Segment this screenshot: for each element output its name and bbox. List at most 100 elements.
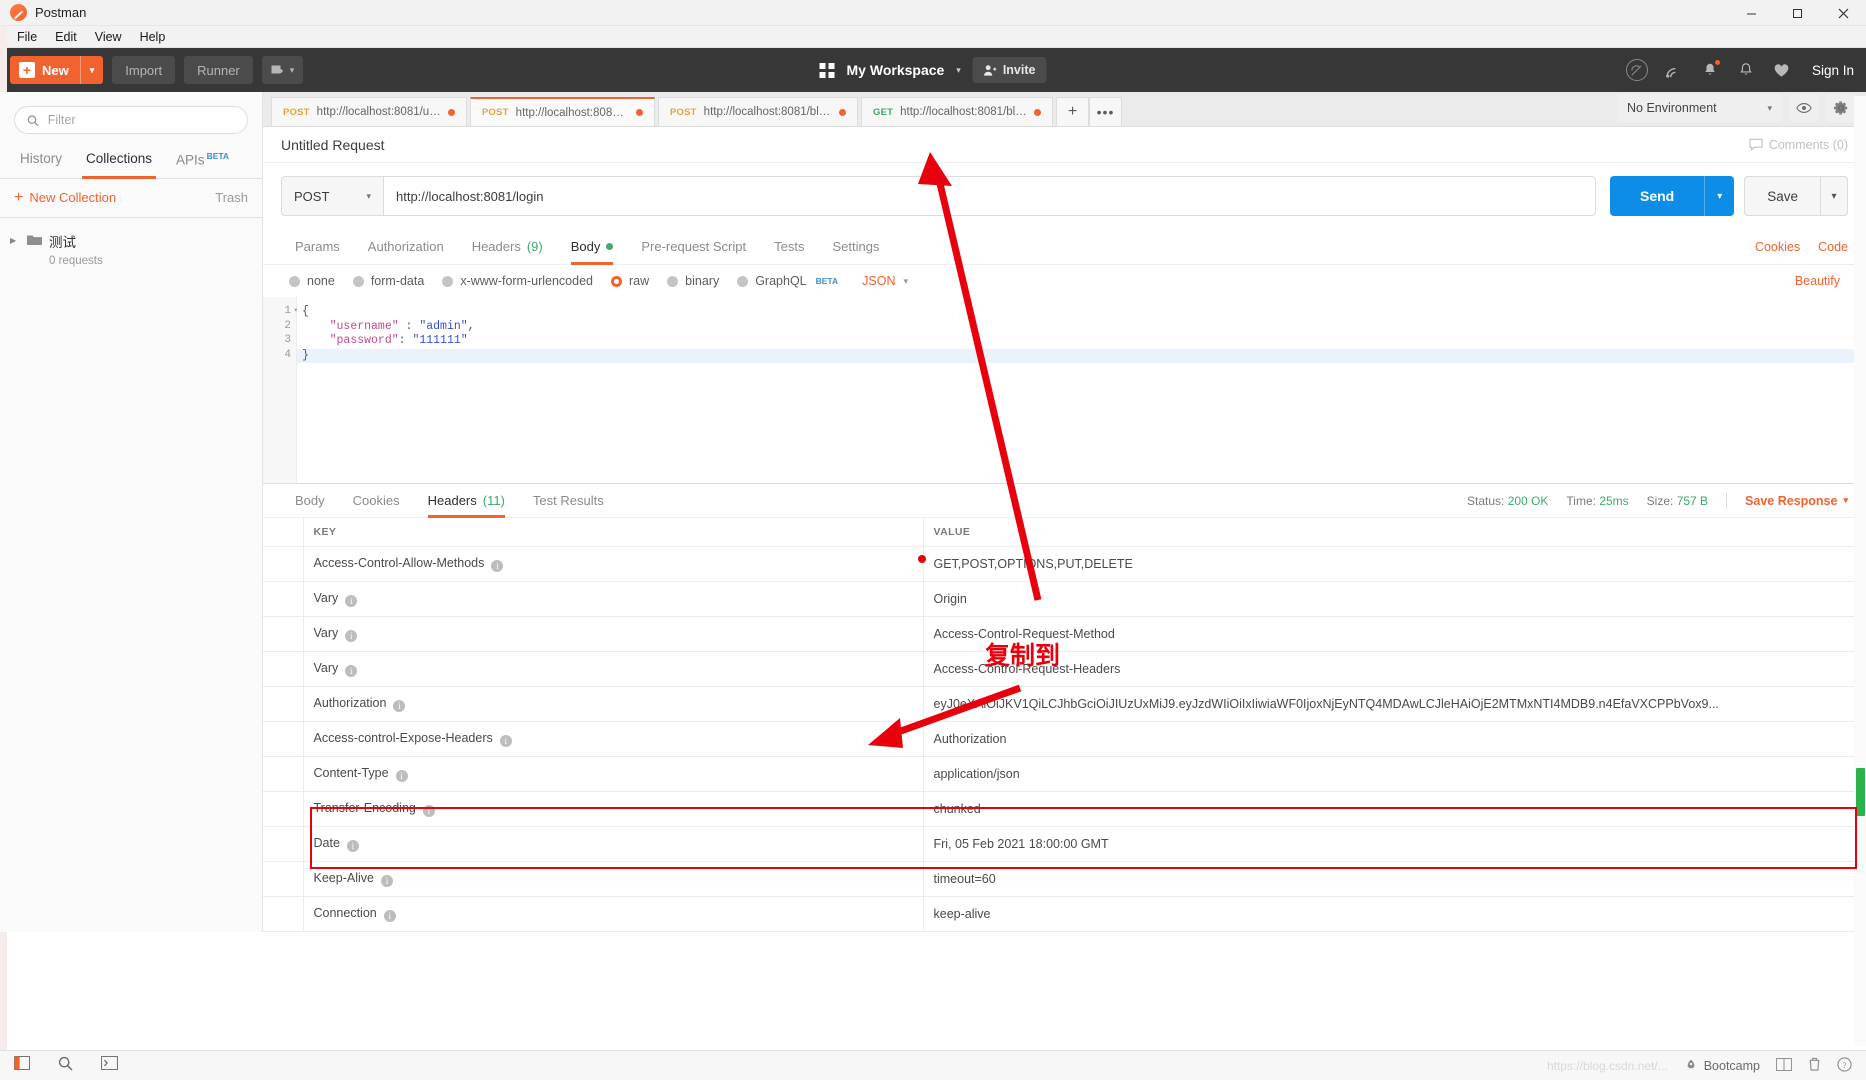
info-icon[interactable]: i bbox=[393, 700, 406, 712]
sync-off-icon[interactable] bbox=[1625, 59, 1648, 81]
import-button[interactable]: Import bbox=[112, 56, 176, 84]
table-row[interactable]: Access-Control-Allow-Methods i GET,POST,OP… bbox=[263, 546, 1866, 582]
environment-select[interactable]: No Environment ▾ bbox=[1617, 94, 1782, 122]
info-icon[interactable]: i bbox=[345, 595, 358, 607]
filter-input[interactable] bbox=[47, 113, 235, 127]
close-button[interactable] bbox=[1820, 0, 1866, 26]
info-icon[interactable]: i bbox=[395, 770, 408, 782]
save-options-button[interactable]: ▾ bbox=[1820, 176, 1848, 216]
method-select[interactable]: POST ▾ bbox=[281, 176, 383, 216]
maximize-button[interactable] bbox=[1774, 0, 1820, 26]
info-icon[interactable]: i bbox=[345, 630, 358, 642]
table-row[interactable]: Vary i Origin bbox=[263, 581, 1866, 617]
tab-tests[interactable]: Tests bbox=[760, 229, 818, 265]
table-row[interactable]: Vary i Access-Control-Request-Headers bbox=[263, 651, 1866, 687]
settings-button[interactable] bbox=[1826, 94, 1856, 122]
menu-view[interactable]: View bbox=[86, 26, 131, 48]
beautify-button[interactable]: Beautify bbox=[1795, 274, 1840, 288]
table-row[interactable]: Vary i Access-Control-Request-Method bbox=[263, 616, 1866, 652]
tab-authorization[interactable]: Authorization bbox=[354, 229, 458, 265]
new-collection-button[interactable]: + New Collection bbox=[14, 189, 116, 206]
send-options-button[interactable]: ▾ bbox=[1704, 176, 1735, 216]
two-pane-icon[interactable] bbox=[1776, 1057, 1792, 1074]
request-tab-user-save[interactable]: POST http://localhost:8081/user/save bbox=[271, 97, 467, 126]
satellite-icon[interactable] bbox=[1664, 60, 1684, 80]
tab-body[interactable]: Body bbox=[557, 229, 628, 265]
body-editor[interactable]: 1 ▾ 2 3 4 { "username" : "admin", "passwo… bbox=[263, 297, 1866, 483]
collection-item[interactable]: ▶ 测试 0 requests bbox=[0, 218, 262, 280]
editor-code[interactable]: { "username" : "admin", "password": "111… bbox=[297, 297, 1866, 483]
runner-button[interactable]: Runner bbox=[184, 56, 253, 84]
filter-box[interactable] bbox=[14, 106, 248, 134]
heart-icon[interactable] bbox=[1772, 60, 1792, 80]
table-row[interactable]: Transfer-Encoding i chunked bbox=[263, 791, 1866, 827]
info-icon[interactable]: i bbox=[499, 735, 512, 747]
sign-in-button[interactable]: Sign In bbox=[1812, 63, 1854, 78]
body-option-binary[interactable]: binary bbox=[667, 274, 719, 288]
body-option-none[interactable]: none bbox=[289, 274, 335, 288]
environment-quick-look-button[interactable] bbox=[1789, 94, 1819, 122]
request-tab-login[interactable]: POST http://localhost:8081/login bbox=[470, 97, 655, 126]
chevron-right-icon[interactable]: ▶ bbox=[10, 236, 20, 245]
trash-icon[interactable] bbox=[1808, 1057, 1821, 1074]
minimize-button[interactable] bbox=[1728, 0, 1774, 26]
info-icon[interactable]: i bbox=[346, 840, 359, 852]
info-icon[interactable]: i bbox=[380, 875, 393, 887]
vertical-scrollbar[interactable] bbox=[1854, 96, 1866, 1046]
more-tabs-button[interactable]: ••• bbox=[1089, 97, 1122, 126]
save-button[interactable]: Save bbox=[1744, 176, 1820, 216]
console-icon[interactable] bbox=[101, 1056, 118, 1075]
cookies-link[interactable]: Cookies bbox=[1755, 240, 1800, 254]
add-tab-button[interactable]: + bbox=[1056, 97, 1089, 126]
trash-button[interactable]: Trash bbox=[215, 190, 248, 205]
response-tab-test-results[interactable]: Test Results bbox=[519, 484, 618, 518]
sidebar-tab-history[interactable]: History bbox=[8, 144, 74, 178]
new-button[interactable]: + New ▾ bbox=[10, 56, 104, 84]
chevron-down-icon[interactable]: ▾ bbox=[79, 56, 104, 84]
table-row[interactable]: Access-control-Expose-Headers i Authorizat… bbox=[263, 721, 1866, 757]
table-row[interactable]: Content-Type i application/json bbox=[263, 756, 1866, 792]
tab-settings[interactable]: Settings bbox=[818, 229, 893, 265]
menu-file[interactable]: File bbox=[8, 26, 46, 48]
request-tab-blog-edit[interactable]: POST http://localhost:8081/blog/edit bbox=[658, 97, 858, 126]
table-row[interactable]: Date i Fri, 05 Feb 2021 18:00:00 GMT bbox=[263, 826, 1866, 862]
menu-edit[interactable]: Edit bbox=[46, 26, 86, 48]
workspace-selector[interactable]: My Workspace ▾ Invite bbox=[819, 57, 1047, 83]
body-option-raw[interactable]: raw bbox=[611, 274, 649, 288]
table-row[interactable]: Connection i keep-alive bbox=[263, 896, 1866, 932]
info-icon[interactable]: i bbox=[383, 910, 396, 922]
scrollbar-thumb[interactable] bbox=[1856, 768, 1865, 816]
response-tab-body[interactable]: Body bbox=[281, 484, 339, 518]
response-tab-headers[interactable]: Headers (11) bbox=[414, 484, 519, 518]
bell-icon[interactable] bbox=[1736, 60, 1756, 80]
body-option-form-data[interactable]: form-data bbox=[352, 274, 424, 288]
notifications-icon[interactable] bbox=[1700, 59, 1721, 80]
send-button[interactable]: Send bbox=[1609, 176, 1705, 216]
bootcamp-button[interactable]: Bootcamp bbox=[1684, 1059, 1760, 1073]
info-icon[interactable]: i bbox=[491, 560, 504, 572]
info-icon[interactable]: i bbox=[345, 665, 358, 677]
tab-headers[interactable]: Headers (9) bbox=[458, 229, 557, 265]
table-row[interactable]: Authorization i eyJ0eXAiOiJKV1QiLCJhbGciOi… bbox=[263, 686, 1866, 722]
body-option-graphql[interactable]: GraphQL BETA bbox=[737, 274, 838, 288]
tab-pre-request-script[interactable]: Pre-request Script bbox=[627, 229, 760, 265]
request-tab-blog-1[interactable]: GET http://localhost:8081/blog/1 bbox=[861, 97, 1053, 126]
invite-button[interactable]: Invite bbox=[972, 57, 1047, 83]
search-icon[interactable] bbox=[58, 1056, 73, 1076]
info-icon[interactable]: i bbox=[422, 805, 435, 817]
menu-help[interactable]: Help bbox=[131, 26, 175, 48]
save-response-button[interactable]: Save Response ▾ bbox=[1745, 494, 1848, 508]
tab-params[interactable]: Params bbox=[281, 229, 354, 265]
body-option-urlencoded[interactable]: x-www-form-urlencoded bbox=[442, 274, 593, 288]
sidebar-toggle-icon[interactable] bbox=[14, 1056, 30, 1075]
new-window-button[interactable]: ▾ bbox=[261, 56, 304, 84]
help-icon[interactable]: ? bbox=[1837, 1056, 1852, 1075]
response-tab-cookies[interactable]: Cookies bbox=[339, 484, 414, 518]
comments-button[interactable]: Comments (0) bbox=[1749, 138, 1848, 152]
sidebar-tab-apis[interactable]: APIs BETA bbox=[164, 144, 241, 178]
table-row[interactable]: Keep-Alive i timeout=60 bbox=[263, 861, 1866, 897]
sidebar-tab-collections[interactable]: Collections bbox=[74, 144, 164, 178]
content-type-select[interactable]: JSON ▾ bbox=[862, 274, 908, 288]
url-input[interactable]: http://localhost:8081/login bbox=[383, 176, 1596, 216]
code-link[interactable]: Code bbox=[1818, 240, 1848, 254]
